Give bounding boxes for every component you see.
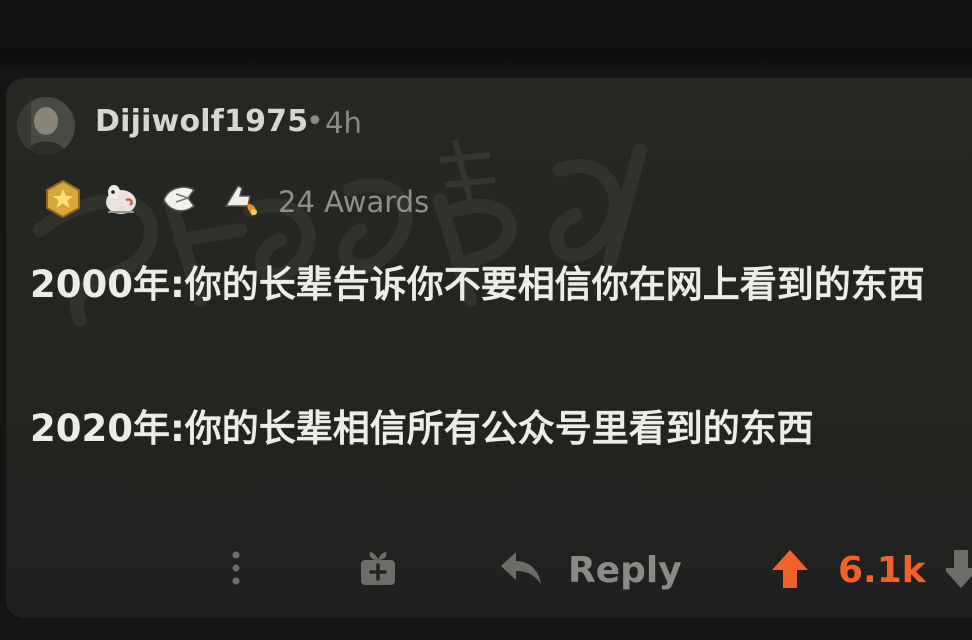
comment-paragraph-2: 2020年:你的长辈相信所有公众号里看到的东西 xyxy=(30,407,814,450)
rocket-thumbs-up-icon[interactable] xyxy=(218,178,260,220)
comment-timestamp: 4h xyxy=(325,106,362,140)
comment-paragraph-1: 2000年:你的长辈告诉你不要相信你在网上看到的东西 xyxy=(30,263,925,306)
top-bar xyxy=(0,0,972,48)
upvote-arrow-icon[interactable] xyxy=(770,548,810,590)
downvote-arrow-icon[interactable] xyxy=(946,548,972,590)
comment-username[interactable]: Dijiwolf1975 xyxy=(95,104,308,139)
vote-score: 6.1k xyxy=(838,550,926,591)
wholesome-seal-icon[interactable] xyxy=(100,178,142,220)
gold-medal-icon[interactable] xyxy=(42,178,84,220)
awards-count[interactable]: 24 Awards xyxy=(278,185,429,219)
reply-arrow-icon[interactable] xyxy=(498,548,544,588)
pointing-hand-icon[interactable] xyxy=(158,178,200,220)
avatar-image xyxy=(17,97,75,155)
comment-card xyxy=(6,78,972,618)
reply-button[interactable]: Reply xyxy=(568,550,682,591)
gift-icon[interactable] xyxy=(358,548,398,588)
meta-separator: • xyxy=(306,104,324,139)
more-vertical-icon[interactable] xyxy=(226,548,246,588)
avatar[interactable] xyxy=(17,97,75,155)
divider xyxy=(0,48,972,78)
